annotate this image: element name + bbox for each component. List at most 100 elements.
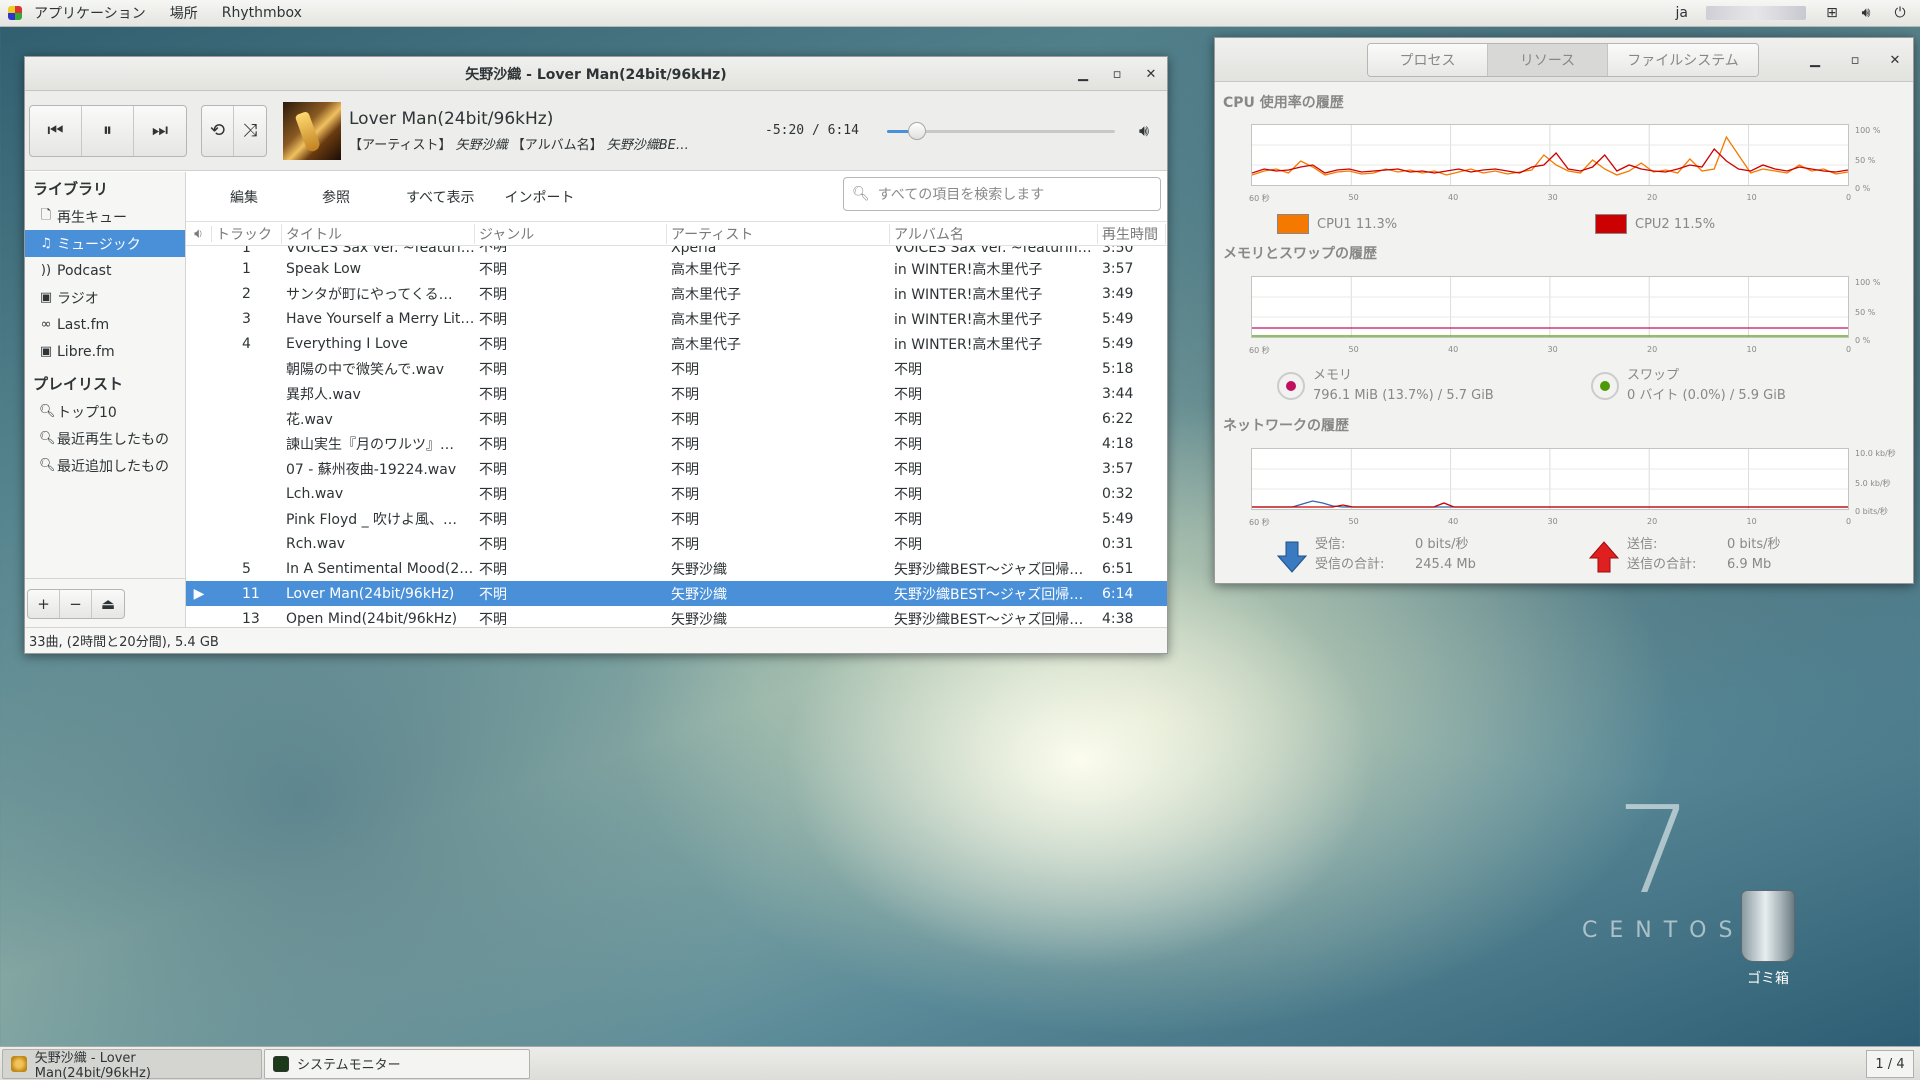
shuffle-button[interactable]: ⤨	[234, 106, 266, 156]
clock-blurred[interactable]	[1706, 6, 1806, 20]
column-album[interactable]: アルバム名	[890, 223, 1098, 244]
column-artist[interactable]: アーティスト	[667, 223, 890, 244]
rhythmbox-titlebar[interactable]: 矢野沙織 - Lover Man(24bit/96kHz) ▁ ▫ ✕	[25, 57, 1167, 91]
tab-filesystems[interactable]: ファイルシステム	[1608, 44, 1758, 76]
column-time[interactable]: 再生時間	[1098, 223, 1166, 244]
swap-pie-icon[interactable]	[1591, 372, 1619, 400]
table-row[interactable]: Rch.wav 不明 不明 不明 0:31	[186, 531, 1167, 556]
track-artist: 高木里代子	[671, 261, 741, 278]
cpu2-color-swatch[interactable]	[1595, 214, 1627, 234]
swap-legend[interactable]: スワップ 0 バイト (0.0%) / 5.9 GiB	[1591, 366, 1786, 406]
table-row[interactable]: 1 VOICES Sax ver. ~featuri… 不明 Xperia VO…	[186, 246, 1167, 256]
artist-label: 【アーティスト】	[349, 137, 452, 153]
tab-resources[interactable]: リソース	[1488, 44, 1608, 76]
edit-button[interactable]: 編集	[186, 187, 258, 207]
memory-legend[interactable]: メモリ 796.1 MiB (13.7%) / 5.7 GiB	[1277, 366, 1494, 406]
volume-icon[interactable]: 🔊︎	[1858, 5, 1874, 21]
track-genre: 不明	[479, 611, 507, 628]
now-playing-album: 矢野沙織BE…	[606, 137, 689, 153]
sidebar-item-library[interactable]: )) Podcast	[25, 257, 185, 284]
cpu2-legend[interactable]: CPU2 11.5%	[1595, 214, 1715, 234]
sidebar-item-library[interactable]: 🗋 再生キュー	[25, 203, 185, 230]
import-button[interactable]: インポート	[474, 187, 574, 207]
table-row[interactable]: 諫山実生『月のワルツ』… 不明 不明 不明 4:18	[186, 431, 1167, 456]
track-artist: 矢野沙織	[671, 561, 727, 578]
trash-desktop-icon[interactable]: ゴミ箱	[1732, 890, 1804, 988]
previous-button[interactable]: ⏮	[30, 105, 82, 156]
search-input[interactable]: 🔍︎ すべての項目を検索します	[843, 177, 1161, 211]
column-track[interactable]: トラック	[212, 223, 282, 244]
taskbar-rhythmbox[interactable]: 矢野沙織 - Lover Man(24bit/96kHz)	[2, 1048, 262, 1080]
remove-playlist-button[interactable]: −	[60, 589, 92, 618]
network-icon[interactable]: ⊞	[1824, 5, 1840, 21]
track-genre: 不明	[479, 561, 507, 578]
track-artist: 不明	[671, 486, 699, 503]
library-browser: 編集 参照 すべて表示 インポート 🔍︎ すべての項目を検索します 🔉︎ トラッ…	[186, 172, 1167, 628]
sidebar-item-playlist[interactable]: 🔍︎ 最近追加したもの	[25, 452, 185, 479]
track-title: Have Yourself a Merry Litt…	[286, 310, 475, 327]
pause-button[interactable]: ⏸	[82, 105, 134, 156]
track-artist: 不明	[671, 361, 699, 378]
send-icon	[1588, 540, 1620, 578]
table-row[interactable]: 3 Have Yourself a Merry Litt… 不明 高木里代子 in WI…	[186, 306, 1167, 331]
track-artist: 矢野沙織	[671, 586, 727, 603]
sidebar-item-playlist[interactable]: 🔍︎ トップ10	[25, 398, 185, 425]
sidebar-item-library[interactable]: ∞ Last.fm	[25, 311, 185, 338]
column-title[interactable]: タイトル	[282, 223, 475, 244]
minimize-button[interactable]: ▁	[1077, 67, 1089, 82]
column-genre[interactable]: ジャンル	[475, 223, 667, 244]
sidebar-item-playlist[interactable]: 🔍︎ 最近再生したもの	[25, 425, 185, 452]
close-button[interactable]: ✕	[1145, 67, 1157, 82]
tab-processes[interactable]: プロセス	[1368, 44, 1488, 76]
table-row[interactable]: 朝陽の中で微笑んで.wav 不明 不明 不明 5:18	[186, 356, 1167, 381]
system-monitor-titlebar[interactable]: プロセス リソース ファイルシステム ▁ ▫ ✕	[1215, 38, 1913, 82]
time-tick: 40	[1448, 517, 1459, 526]
sidebar-item-library[interactable]: ♫ ミュージック	[25, 230, 185, 257]
table-row[interactable]: 異邦人.wav 不明 不明 不明 3:44	[186, 381, 1167, 406]
show-all-button[interactable]: すべて表示	[350, 187, 474, 207]
track-title: VOICES Sax ver. ~featuri…	[286, 246, 475, 256]
cpu1-legend[interactable]: CPU1 11.3%	[1277, 214, 1397, 234]
cpu1-color-swatch[interactable]	[1277, 214, 1309, 234]
rhythmbox-menu[interactable]: Rhythmbox	[210, 0, 314, 27]
table-row[interactable]: 2 サンタが町にやってくる… 不明 高木里代子 in WINTER!高木里代子 3:49	[186, 281, 1167, 306]
now-playing-icon: ▶	[193, 585, 205, 602]
transport-controls: ⏮ ⏸ ⏭	[29, 104, 187, 157]
maximize-button[interactable]: ▫	[1111, 67, 1123, 82]
track-album: 不明	[894, 461, 922, 478]
table-row[interactable]: 07 - 蘇州夜曲-19224.wav 不明 不明 不明 3:57	[186, 456, 1167, 481]
sysmon-minimize-button[interactable]: ▁	[1809, 53, 1821, 68]
taskbar-system-monitor[interactable]: システムモニター	[264, 1048, 530, 1079]
add-playlist-button[interactable]: +	[28, 589, 60, 618]
seek-slider[interactable]	[887, 121, 1115, 141]
sysmon-maximize-button[interactable]: ▫	[1849, 53, 1861, 68]
sidebar-item-library[interactable]: ▣ Libre.fm	[25, 338, 185, 365]
sidebar-item-library[interactable]: ▣ ラジオ	[25, 284, 185, 311]
places-menu[interactable]: 場所	[158, 0, 210, 27]
eject-button[interactable]: ⏏	[92, 590, 124, 618]
mem-tick-0: 0 %	[1855, 336, 1871, 345]
table-row[interactable]: ▶ 11 Lover Man(24bit/96kHz) 不明 矢野沙織 矢野沙織BEST〜…	[186, 581, 1167, 606]
workspace-switcher[interactable]: 1 / 4	[1866, 1050, 1914, 1078]
power-icon[interactable]: ⏻	[1892, 5, 1908, 21]
table-row[interactable]: 4 Everything I Love 不明 高木里代子 in WINTER!高木里代子…	[186, 331, 1167, 356]
table-row[interactable]: 花.wav 不明 不明 不明 6:22	[186, 406, 1167, 431]
table-row[interactable]: 5 In A Sentimental Mood(24… 不明 矢野沙織 矢野沙織BEST…	[186, 556, 1167, 581]
table-row[interactable]: Pink Floyd _ 吹けよ風、… 不明 不明 不明 5:49	[186, 506, 1167, 531]
table-row[interactable]: Lch.wav 不明 不明 不明 0:32	[186, 481, 1167, 506]
memory-pie-icon[interactable]	[1277, 372, 1305, 400]
sysmon-close-button[interactable]: ✕	[1889, 53, 1901, 68]
window-list: 矢野沙織 - Lover Man(24bit/96kHz) システムモニター 1…	[0, 1046, 1920, 1080]
input-method-indicator[interactable]: ja	[1676, 5, 1688, 21]
time-tick: 0	[1846, 517, 1852, 526]
browse-button[interactable]: 参照	[258, 187, 350, 207]
next-button[interactable]: ⏭	[134, 106, 186, 156]
track-artist: 不明	[671, 536, 699, 553]
applications-menu[interactable]: アプリケーション	[22, 0, 158, 27]
seek-handle[interactable]	[907, 121, 926, 140]
network-history-heading: ネットワークの履歴	[1223, 418, 1349, 434]
table-row[interactable]: 1 Speak Low 不明 高木里代子 in WINTER!高木里代子 3:57	[186, 256, 1167, 281]
previous-icon: ⏮	[47, 120, 64, 141]
volume-button[interactable]: 🔊︎	[1139, 121, 1149, 141]
repeat-button[interactable]: ⟲	[202, 105, 234, 156]
